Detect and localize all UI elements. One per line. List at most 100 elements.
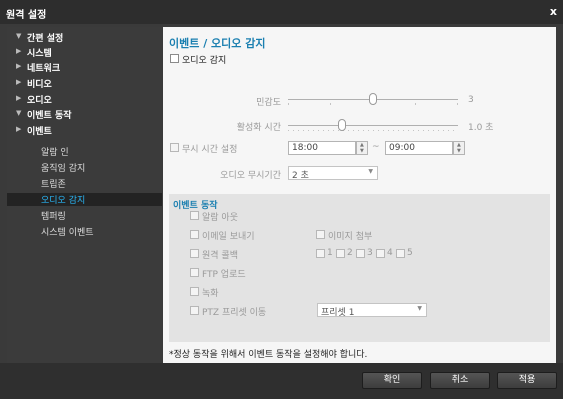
callback-2-checkbox[interactable] — [336, 249, 345, 258]
ptz-preset-select[interactable]: 프리셋 1 ▼ — [317, 303, 427, 318]
sidebar-item-video[interactable]: ▶ 비디오 — [7, 77, 162, 90]
chevron-down-icon: ▼ — [417, 305, 422, 312]
slider-tick — [393, 130, 394, 131]
slider-tick — [313, 130, 314, 131]
sensitivity-value: 3 — [468, 95, 474, 105]
sensitivity-slider-thumb[interactable] — [369, 93, 377, 105]
sidebar-item-motion-detect[interactable]: 움직임 감지 — [7, 161, 162, 174]
sidebar-item-label: 오디오 감지 — [41, 196, 86, 206]
ignore-to-stepper[interactable]: ▲ ▼ — [453, 141, 465, 155]
activation-time-label: 활성화 시간 — [236, 123, 281, 133]
sidebar-item-system-event[interactable]: 시스템 이벤트 — [7, 225, 162, 238]
window-titlebar: 원격 설정 x — [0, 0, 563, 24]
chevron-down-icon: ▼ — [368, 168, 373, 175]
sidebar-item-alarm-in[interactable]: 알람 인 — [7, 145, 162, 158]
sidebar-item-label: 알람 인 — [41, 148, 69, 158]
slider-tick — [383, 130, 384, 131]
page-title: 이벤트 / 오디오 감지 — [169, 37, 266, 50]
send-email-checkbox[interactable] — [190, 230, 199, 239]
sidebar-item-system[interactable]: ▶ 시스템 — [7, 46, 162, 59]
sidebar-item-label: 이벤트 — [27, 127, 52, 137]
ptz-preset-label: PTZ 프리셋 이동 — [202, 308, 267, 318]
slider-tick — [288, 103, 289, 105]
ignore-from-input[interactable]: 18:00 — [288, 141, 356, 155]
sidebar-item-tampering[interactable]: 템퍼링 — [7, 209, 162, 222]
slider-tick — [373, 130, 374, 131]
audio-detect-checkbox[interactable] — [170, 54, 179, 63]
alarm-out-checkbox[interactable] — [190, 211, 199, 220]
expand-arrow-icon: ▶ — [16, 78, 22, 86]
remote-callback-checkbox[interactable] — [190, 249, 199, 258]
sidebar-item-label: 간편 설정 — [27, 34, 64, 44]
sidebar-item-label: 움직임 감지 — [41, 164, 86, 174]
time-range-separator: ~ — [372, 142, 380, 152]
callback-3-label: 3 — [367, 248, 373, 258]
sidebar-item-quick-setup[interactable]: ▼ 간편 설정 — [7, 31, 162, 44]
ignore-to-input[interactable]: 09:00 — [385, 141, 453, 155]
sidebar-item-label: 시스템 이벤트 — [41, 228, 94, 238]
callback-1-checkbox[interactable] — [316, 249, 325, 258]
apply-button[interactable]: 적용 — [497, 372, 557, 389]
slider-tick — [448, 130, 449, 131]
expand-arrow-icon: ▶ — [16, 47, 22, 55]
slider-tick — [388, 130, 389, 131]
expand-arrow-icon: ▶ — [16, 125, 22, 133]
slider-tick — [457, 103, 458, 105]
callback-2-label: 2 — [347, 248, 353, 258]
expand-arrow-icon: ▶ — [16, 62, 22, 70]
collapse-arrow-icon: ▼ — [16, 109, 22, 117]
settings-panel: 이벤트 / 오디오 감지 오디오 감지 민감도 3 활성화 시간 1.0 초 무… — [163, 27, 556, 363]
sidebar-item-network[interactable]: ▶ 네트워크 — [7, 61, 162, 74]
slider-tick — [378, 130, 379, 131]
audio-ignore-label: 오디오 무시기간 — [220, 171, 281, 181]
ok-button[interactable]: 확인 — [362, 372, 422, 389]
callback-3-checkbox[interactable] — [356, 249, 365, 258]
slider-tick — [293, 130, 294, 131]
sidebar-item-audio[interactable]: ▶ 오디오 — [7, 93, 162, 106]
callback-1-label: 1 — [327, 248, 333, 258]
slider-tick — [333, 130, 334, 131]
attach-image-label: 이미지 첨부 — [328, 232, 373, 242]
activation-slider-thumb[interactable] — [338, 119, 346, 131]
slider-tick — [413, 130, 414, 131]
sensitivity-label: 민감도 — [256, 98, 281, 108]
window-title: 원격 설정 — [6, 10, 47, 21]
callback-4-label: 4 — [387, 248, 393, 258]
slider-tick — [348, 130, 349, 131]
slider-tick — [353, 130, 354, 131]
collapse-arrow-icon: ▼ — [16, 32, 22, 40]
sidebar-item-audio-detect[interactable]: 오디오 감지 — [7, 193, 162, 206]
activation-slider-track — [288, 125, 458, 126]
expand-arrow-icon: ▶ — [16, 94, 22, 102]
record-label: 녹화 — [202, 289, 219, 299]
slider-tick — [423, 130, 424, 131]
slider-tick — [418, 130, 419, 131]
slider-tick — [358, 130, 359, 131]
audio-ignore-select[interactable]: 2 초 ▼ — [288, 166, 378, 181]
send-email-label: 이메일 보내기 — [202, 232, 255, 242]
ignore-time-checkbox[interactable] — [170, 143, 179, 152]
ignore-from-stepper[interactable]: ▲ ▼ — [356, 141, 368, 155]
sidebar-item-event[interactable]: ▶ 이벤트 — [7, 124, 162, 137]
callback-5-checkbox[interactable] — [396, 249, 405, 258]
callback-4-checkbox[interactable] — [376, 249, 385, 258]
ptz-preset-checkbox[interactable] — [190, 306, 199, 315]
sidebar: ▼ 간편 설정 ▶ 시스템 ▶ 네트워크 ▶ 비디오 ▶ 오디오 ▼ 이벤트 동… — [7, 27, 162, 363]
sidebar-item-event-action[interactable]: ▼ 이벤트 동작 — [7, 108, 162, 121]
sidebar-item-label: 비디오 — [27, 80, 52, 90]
slider-tick — [398, 130, 399, 131]
sidebar-item-label: 시스템 — [27, 49, 52, 59]
sidebar-item-label: 트립존 — [41, 180, 66, 190]
slider-tick — [428, 130, 429, 131]
sidebar-item-tripzone[interactable]: 트립존 — [7, 177, 162, 190]
slider-tick — [323, 130, 324, 131]
close-icon[interactable]: x — [550, 5, 557, 18]
sidebar-item-label: 오디오 — [27, 96, 52, 106]
sidebar-item-label: 이벤트 동작 — [27, 111, 72, 121]
ftp-upload-checkbox[interactable] — [190, 268, 199, 277]
attach-image-checkbox[interactable] — [316, 230, 325, 239]
slider-tick — [363, 130, 364, 131]
record-checkbox[interactable] — [190, 287, 199, 296]
cancel-button[interactable]: 취소 — [430, 372, 490, 389]
audio-detect-label: 오디오 감지 — [182, 56, 227, 66]
